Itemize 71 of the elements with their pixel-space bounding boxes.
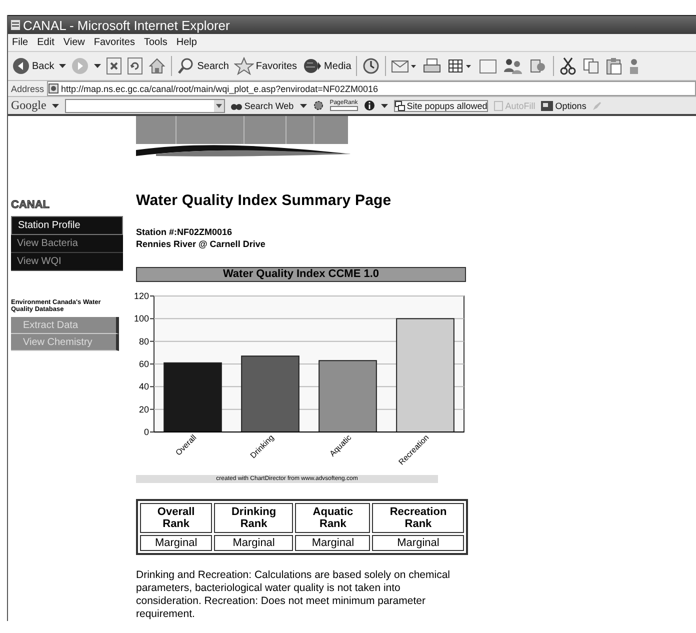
printer-icon[interactable]: [422, 57, 442, 75]
options-icon: [541, 100, 554, 110]
chart-bar: [164, 362, 222, 432]
menu-item[interactable]: Edit: [37, 37, 54, 48]
axis-tick-label: 120: [134, 291, 149, 301]
window-title: CANAL - Microsoft Internet Explorer: [23, 18, 230, 32]
table-cell: Marginal: [140, 535, 212, 551]
axis-tick-label: 60: [138, 359, 149, 369]
station-location: Rennies River @ Carnell Drive: [136, 238, 266, 250]
column-header: Recreation Rank: [372, 503, 464, 533]
toolbar-icon[interactable]: [628, 57, 640, 75]
window-icon[interactable]: [478, 57, 498, 75]
page-icon: [48, 83, 60, 94]
search-web-button[interactable]: Search Web: [231, 100, 294, 110]
dropdown-icon[interactable]: [214, 100, 224, 112]
nav-link[interactable]: View Bacteria: [11, 235, 123, 253]
canal-logo: CANAL: [11, 199, 50, 211]
caret-icon[interactable]: [94, 64, 102, 68]
column-header: Overall Rank: [140, 503, 212, 533]
address-field[interactable]: http://map.ns.ec.gc.ca/canal/root/main/wqi_plot_e.asp?envirodat=NF02ZM0016: [47, 81, 696, 96]
caret-icon[interactable]: [300, 104, 307, 108]
menu-item[interactable]: Tools: [144, 37, 168, 48]
column-header: Aquatic Rank: [295, 503, 370, 533]
people-icon[interactable]: [503, 57, 524, 75]
clipboard-icon[interactable]: [605, 57, 624, 75]
browser-icon: [11, 20, 20, 30]
menu-item[interactable]: Help: [176, 37, 197, 48]
axis-tick-label: 80: [138, 336, 149, 346]
table-cell: Marginal: [214, 535, 294, 551]
column-header: Drinking Rank: [214, 503, 294, 533]
globe-icon[interactable]: [302, 57, 322, 75]
clock-icon[interactable]: [362, 57, 380, 75]
favorites-button[interactable]: Favorites: [234, 57, 298, 75]
menu-item[interactable]: Favorites: [94, 37, 135, 48]
stop-icon[interactable]: [106, 57, 122, 75]
gear-icon[interactable]: [312, 100, 324, 111]
table-cell: Marginal: [372, 535, 464, 551]
address-label: Address: [11, 84, 44, 94]
scissors-icon[interactable]: [559, 57, 578, 75]
note-paragraph: Drinking and Recreation: Calculations are based solely on chemical parameters, bacteriological water quality is not taken into consideration. Recreation: Does not meet minimum parameter requirement.: [136, 569, 452, 621]
form-icon: [494, 100, 504, 110]
options-button[interactable]: Options: [541, 100, 586, 110]
search-icon[interactable]: [177, 57, 196, 75]
star-icon[interactable]: [234, 57, 254, 75]
axis-tick-label: 100: [134, 314, 149, 324]
grid-icon[interactable]: [447, 57, 474, 75]
axis-tick-label: 0: [144, 427, 149, 437]
nav-link[interactable]: Station Profile: [11, 216, 123, 235]
refresh-icon[interactable]: [127, 57, 144, 75]
popup-blocker-button[interactable]: Site popups allowed: [394, 100, 488, 112]
chart-heading: Water Quality Index CCME 1.0: [136, 267, 466, 282]
station-id: Station #:NF02ZM0016: [136, 226, 234, 238]
caret-icon[interactable]: [59, 64, 66, 68]
info-icon[interactable]: [364, 100, 375, 111]
copy-icon[interactable]: [582, 57, 600, 75]
caret-icon[interactable]: [52, 104, 60, 108]
back-button[interactable]: Back: [12, 57, 54, 75]
search-button[interactable]: Search: [177, 57, 229, 75]
google-logo[interactable]: Google: [11, 98, 46, 113]
windows-icon: [394, 100, 405, 110]
axis-tick-label: 20: [138, 404, 149, 414]
table-cell: Marginal: [295, 535, 370, 551]
nav-link[interactable]: View WQI: [11, 253, 123, 271]
media-button[interactable]: Media: [302, 57, 352, 75]
caret-icon[interactable]: [380, 104, 388, 108]
axis-tick-label: 40: [138, 382, 149, 392]
menu-item[interactable]: View: [63, 37, 85, 48]
home-icon[interactable]: [148, 57, 166, 75]
menu-item[interactable]: File: [12, 37, 28, 48]
page-title: Water Quality Index Summary Page: [136, 192, 392, 209]
google-search-field[interactable]: [65, 98, 226, 112]
